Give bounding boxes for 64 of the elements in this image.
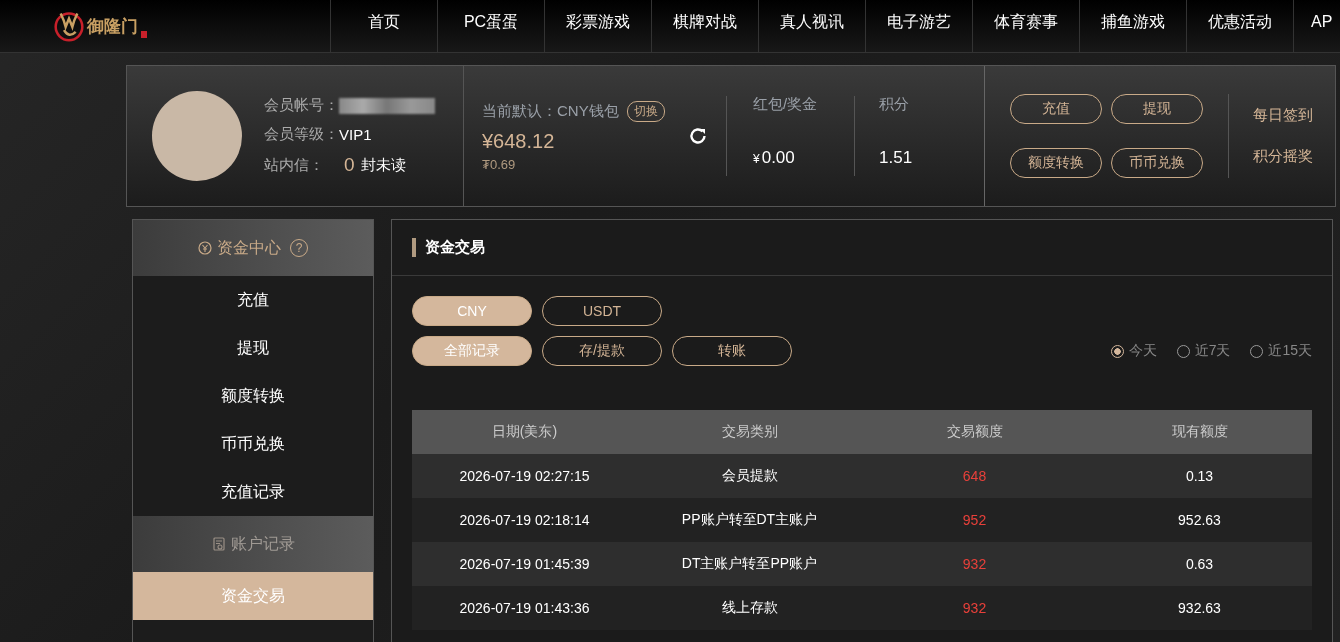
bonus-link[interactable]: 积分摇奖 bbox=[1253, 147, 1313, 166]
nav-link[interactable]: 优惠活动 bbox=[1186, 0, 1293, 52]
date-range-radio[interactable]: 近15天 bbox=[1250, 342, 1312, 360]
table-cell: 932 bbox=[862, 542, 1087, 586]
column-header: 交易类别 bbox=[637, 410, 862, 454]
table-cell: 0.13 bbox=[1087, 454, 1312, 498]
switch-button[interactable]: 切换 bbox=[626, 100, 665, 122]
column-header: 现有额度 bbox=[1087, 410, 1312, 454]
nav-link[interactable]: 捕鱼游戏 bbox=[1079, 0, 1186, 52]
date-range-radio[interactable]: 近7天 bbox=[1176, 342, 1231, 360]
points-value: 1.51 bbox=[879, 148, 913, 167]
bonus-link[interactable]: 每日签到 bbox=[1253, 106, 1313, 125]
coin-icon bbox=[198, 241, 212, 255]
title-accent-bar bbox=[412, 238, 416, 257]
level-label: 会员等级： bbox=[264, 125, 339, 144]
document-icon bbox=[211, 537, 226, 551]
bonus-value: 0.00 bbox=[761, 148, 795, 167]
table-cell: 932.63 bbox=[1087, 586, 1312, 630]
table-cell: 2026-07-19 02:18:14 bbox=[412, 498, 637, 542]
unread-text: 封未读 bbox=[360, 155, 406, 175]
column-header: 交易额度 bbox=[862, 410, 1087, 454]
table-cell: 2026-07-19 02:27:15 bbox=[412, 454, 637, 498]
table-cell: 2026-07-19 01:43:36 bbox=[412, 586, 637, 630]
member-level: VIP1 bbox=[339, 126, 372, 143]
bonus-label: 红包/奖金 bbox=[753, 95, 818, 114]
panel-title: 资金交易 bbox=[425, 238, 485, 257]
sidebar-group-title: 账户记录 bbox=[230, 533, 295, 554]
nav-link[interactable]: 真人视讯 bbox=[758, 0, 865, 52]
table-cell: 952 bbox=[862, 498, 1087, 542]
table-cell: 952.63 bbox=[1087, 498, 1312, 542]
table-cell: 0.63 bbox=[1087, 542, 1312, 586]
table-cell: 线上存款 bbox=[637, 586, 862, 630]
messages-label: 站内信： bbox=[264, 155, 324, 175]
currency-sign: ¥ bbox=[753, 152, 760, 166]
nav-link[interactable]: 棋牌对战 bbox=[651, 0, 758, 52]
nav-link[interactable]: 电子游艺 bbox=[865, 0, 972, 52]
table-cell: 2026-07-19 01:45:39 bbox=[412, 542, 637, 586]
refresh-icon bbox=[688, 126, 708, 146]
account-label: 会员帐号： bbox=[264, 96, 339, 115]
points-label: 积分 bbox=[879, 95, 909, 114]
table-cell: PP账户转至DT主账户 bbox=[637, 498, 862, 542]
sidebar-group-title: 资金中心 bbox=[217, 237, 281, 258]
sidebar-item[interactable]: 提现 bbox=[133, 324, 373, 372]
logo-seal bbox=[141, 31, 147, 38]
table-cell: 648 bbox=[862, 454, 1087, 498]
wallet-label: 当前默认：CNY钱包 bbox=[482, 101, 619, 121]
column-header: 日期(美东) bbox=[412, 410, 637, 454]
sidebar-item[interactable]: 币币兑换 bbox=[133, 420, 373, 468]
table-cell: 932 bbox=[862, 586, 1087, 630]
sidebar-item[interactable]: 充值记录 bbox=[133, 468, 373, 516]
table-cell: 会员提款 bbox=[637, 454, 862, 498]
nav-link[interactable]: AP bbox=[1293, 0, 1333, 52]
table-cell: DT主账户转至PP账户 bbox=[637, 542, 862, 586]
unread-count: 0 bbox=[344, 154, 355, 176]
sidebar-item[interactable]: 充值 bbox=[133, 276, 373, 324]
nav-link[interactable]: 体育赛事 bbox=[972, 0, 1079, 52]
usdt-balance: ₮0.69 bbox=[482, 156, 517, 172]
wallet-balance: ¥648.12 bbox=[482, 129, 556, 153]
date-range-radio[interactable]: 今天 bbox=[1110, 342, 1157, 360]
nav-link[interactable]: PC蛋蛋 bbox=[437, 0, 544, 52]
nav-link[interactable]: 彩票游戏 bbox=[544, 0, 651, 52]
logo-text: 御隆门 bbox=[87, 14, 138, 38]
nav-link[interactable]: 首页 bbox=[330, 0, 437, 52]
sidebar-item[interactable]: 额度转换 bbox=[133, 372, 373, 420]
